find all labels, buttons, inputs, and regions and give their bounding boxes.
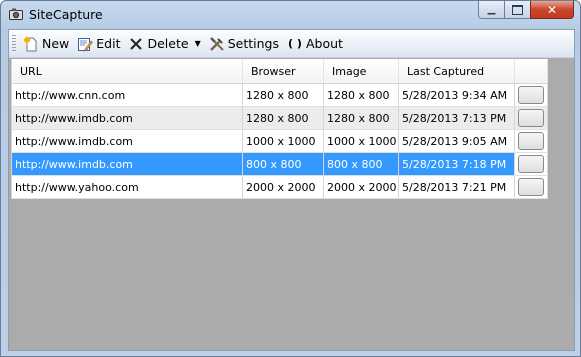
- parentheses-icon: ( ): [288, 37, 302, 50]
- grid-header: URL Browser Image Last Captured: [12, 59, 548, 84]
- browser-cell[interactable]: 1280 x 800: [243, 107, 324, 129]
- url-cell[interactable]: http://www.imdb.com: [12, 130, 243, 152]
- edit-label: Edit: [96, 36, 121, 51]
- settings-label: Settings: [227, 36, 279, 51]
- last-captured-cell[interactable]: 5/28/2013 9:05 AM: [399, 130, 515, 152]
- browser-cell[interactable]: 2000 x 2000: [243, 176, 324, 198]
- last-captured-cell[interactable]: 5/28/2013 7:21 PM: [399, 176, 515, 198]
- edit-button[interactable]: Edit: [73, 33, 124, 55]
- last-captured-cell[interactable]: 5/28/2013 9:34 AM: [399, 84, 515, 106]
- captures-grid: URL Browser Image Last Captured http://w…: [11, 59, 548, 199]
- maximize-icon: [512, 4, 523, 15]
- about-button[interactable]: ( ) About: [283, 33, 347, 55]
- column-header-browser[interactable]: Browser: [243, 59, 324, 83]
- image-cell[interactable]: 1280 x 800: [324, 84, 399, 106]
- camera-icon: [9, 8, 23, 20]
- toolbar-grip[interactable]: [12, 35, 16, 52]
- window-title: SiteCapture: [29, 7, 103, 22]
- table-row-selected[interactable]: http://www.imdb.com 800 x 800 800 x 800 …: [12, 153, 548, 176]
- row-action-button[interactable]: [518, 109, 544, 127]
- client-area: New Edit Delete ▼ Settings () About URL…: [8, 29, 575, 351]
- browser-cell[interactable]: 1000 x 1000: [243, 130, 324, 152]
- browser-cell[interactable]: 800 x 800: [243, 153, 324, 175]
- minimize-icon: ▁: [487, 4, 496, 15]
- close-button[interactable]: ✕: [530, 1, 574, 19]
- new-button[interactable]: New: [19, 33, 73, 55]
- table-row[interactable]: http://www.cnn.com 1280 x 800 1280 x 800…: [12, 84, 548, 107]
- title-bar[interactable]: SiteCapture ▁ ✕: [1, 1, 580, 29]
- toolbar: New Edit Delete ▼ Settings () About: [9, 30, 574, 58]
- minimize-button[interactable]: ▁: [478, 1, 504, 19]
- new-document-icon: [23, 36, 39, 52]
- row-action-button[interactable]: [518, 178, 544, 196]
- tools-icon: [209, 36, 225, 52]
- delete-icon: [128, 36, 144, 52]
- url-cell[interactable]: http://www.cnn.com: [12, 84, 243, 106]
- row-action-button[interactable]: [518, 86, 544, 104]
- url-cell[interactable]: http://www.imdb.com: [12, 107, 243, 129]
- column-header-url[interactable]: URL: [12, 59, 243, 83]
- maximize-button[interactable]: [504, 1, 530, 19]
- new-label: New: [42, 36, 70, 51]
- browser-cell[interactable]: 1280 x 800: [243, 84, 324, 106]
- chevron-down-icon[interactable]: ▼: [195, 39, 201, 48]
- url-cell[interactable]: http://www.yahoo.com: [12, 176, 243, 198]
- action-cell: [515, 176, 548, 198]
- delete-label: Delete: [147, 36, 189, 51]
- column-header-last-captured[interactable]: Last Captured: [399, 59, 515, 83]
- image-cell[interactable]: 1280 x 800: [324, 107, 399, 129]
- table-row[interactable]: http://www.imdb.com 1280 x 800 1280 x 80…: [12, 107, 548, 130]
- image-cell[interactable]: 2000 x 2000: [324, 176, 399, 198]
- image-cell[interactable]: 1000 x 1000: [324, 130, 399, 152]
- edit-icon: [77, 36, 94, 52]
- delete-button[interactable]: Delete ▼: [124, 33, 204, 55]
- action-cell: [515, 84, 548, 106]
- image-cell[interactable]: 800 x 800: [324, 153, 399, 175]
- column-header-action: [515, 59, 548, 83]
- action-cell: [515, 130, 548, 152]
- row-action-button[interactable]: [518, 155, 544, 173]
- about-label: About: [306, 36, 343, 51]
- table-row[interactable]: http://www.imdb.com 1000 x 1000 1000 x 1…: [12, 130, 548, 153]
- last-captured-cell[interactable]: 5/28/2013 7:13 PM: [399, 107, 515, 129]
- url-cell[interactable]: http://www.imdb.com: [12, 153, 243, 175]
- row-action-button[interactable]: [518, 132, 544, 150]
- settings-button[interactable]: Settings: [205, 33, 283, 55]
- close-icon: ✕: [546, 2, 558, 17]
- table-row[interactable]: http://www.yahoo.com 2000 x 2000 2000 x …: [12, 176, 548, 199]
- last-captured-cell[interactable]: 5/28/2013 7:18 PM: [399, 153, 515, 175]
- action-cell: [515, 107, 548, 129]
- column-header-image[interactable]: Image: [324, 59, 399, 83]
- action-cell: [515, 153, 548, 175]
- app-window: SiteCapture ▁ ✕ New Edit Delete ▼ Settin…: [0, 0, 581, 357]
